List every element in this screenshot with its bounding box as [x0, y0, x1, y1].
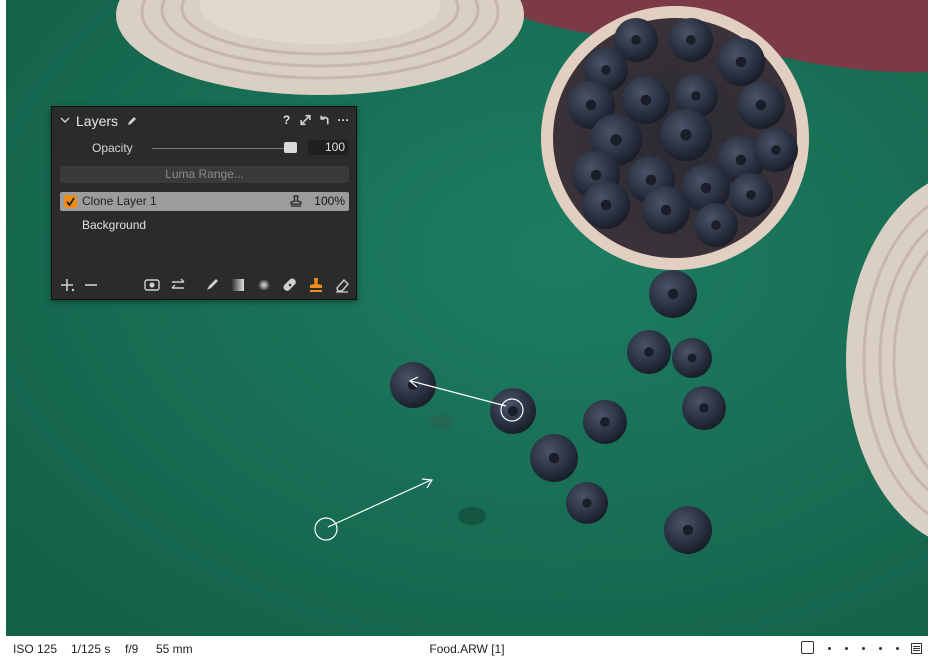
- blueberry: [642, 186, 690, 234]
- filename: Food.ARW [1]: [429, 642, 505, 656]
- layers-panel[interactable]: Layers ? ··· Opacity 100 Luma Range... C…: [51, 106, 357, 300]
- layer-name: Background: [82, 218, 147, 232]
- brush-icon[interactable]: [204, 277, 220, 293]
- more-icon[interactable]: ···: [337, 113, 350, 127]
- page-dot[interactable]: [845, 647, 848, 650]
- page-dot[interactable]: [879, 647, 882, 650]
- blueberry: [583, 400, 627, 444]
- blueberry: [682, 386, 726, 430]
- panel-header: Layers ? ···: [52, 111, 356, 131]
- layer-opacity: 100%: [314, 194, 345, 208]
- pen-icon[interactable]: [126, 115, 138, 127]
- swap-icon[interactable]: [170, 277, 186, 293]
- opacity-value-field[interactable]: 100: [308, 140, 348, 155]
- eraser-icon[interactable]: [334, 277, 350, 293]
- shadow-mark: [458, 507, 486, 525]
- page-dot[interactable]: [862, 647, 865, 650]
- blueberry: [390, 362, 436, 408]
- blueberry: [737, 81, 785, 129]
- layer-row-clone[interactable]: Clone Layer 1 100%: [60, 192, 349, 211]
- blueberry: [669, 18, 713, 62]
- layer-row-background[interactable]: Background: [60, 215, 349, 234]
- opacity-label: Opacity: [92, 141, 133, 155]
- clone-stamp-icon[interactable]: [308, 277, 324, 293]
- image-viewer[interactable]: [6, 0, 928, 636]
- blueberry: [717, 38, 765, 86]
- blueberry: [627, 330, 671, 374]
- layer-name: Clone Layer 1: [82, 194, 157, 208]
- layer-visibility-checkbox[interactable]: [64, 195, 77, 208]
- layers-toolbar: [52, 277, 356, 295]
- blueberry: [530, 434, 578, 482]
- eye-icon[interactable]: [144, 277, 160, 293]
- view-mode-icon[interactable]: [801, 641, 814, 654]
- opacity-slider-thumb[interactable]: [284, 142, 297, 153]
- help-icon[interactable]: ?: [280, 113, 293, 127]
- gradient-icon[interactable]: [230, 277, 246, 293]
- blueberry: [566, 482, 608, 524]
- status-bar: ISO 125 1/125 s f/9 55 mm Food.ARW [1]: [0, 636, 934, 660]
- clone-stamp-icon: [290, 195, 302, 207]
- blueberry: [490, 388, 536, 434]
- clone-mark: [430, 414, 454, 430]
- blueberry: [694, 203, 738, 247]
- list-view-icon[interactable]: [911, 643, 922, 654]
- blueberry: [582, 181, 630, 229]
- luma-range-button[interactable]: Luma Range...: [60, 166, 349, 183]
- heal-icon[interactable]: [282, 277, 298, 293]
- blueberry: [664, 506, 712, 554]
- undo-icon[interactable]: [318, 113, 331, 127]
- chevron-down-icon[interactable]: [59, 114, 71, 126]
- remove-icon[interactable]: [83, 277, 99, 293]
- expand-icon[interactable]: [299, 113, 312, 127]
- radial-icon[interactable]: [256, 277, 272, 293]
- blueberry: [649, 270, 697, 318]
- page-dot[interactable]: [896, 647, 899, 650]
- add-icon[interactable]: [60, 277, 76, 293]
- blueberry: [729, 173, 773, 217]
- blueberry: [754, 128, 798, 172]
- panel-title: Layers: [76, 113, 119, 129]
- blueberry: [622, 76, 670, 124]
- blueberry: [672, 338, 712, 378]
- blueberry: [660, 109, 712, 161]
- photo-canvas[interactable]: [6, 0, 928, 636]
- opacity-slider-track[interactable]: [152, 148, 290, 149]
- page-dot[interactable]: [828, 647, 831, 650]
